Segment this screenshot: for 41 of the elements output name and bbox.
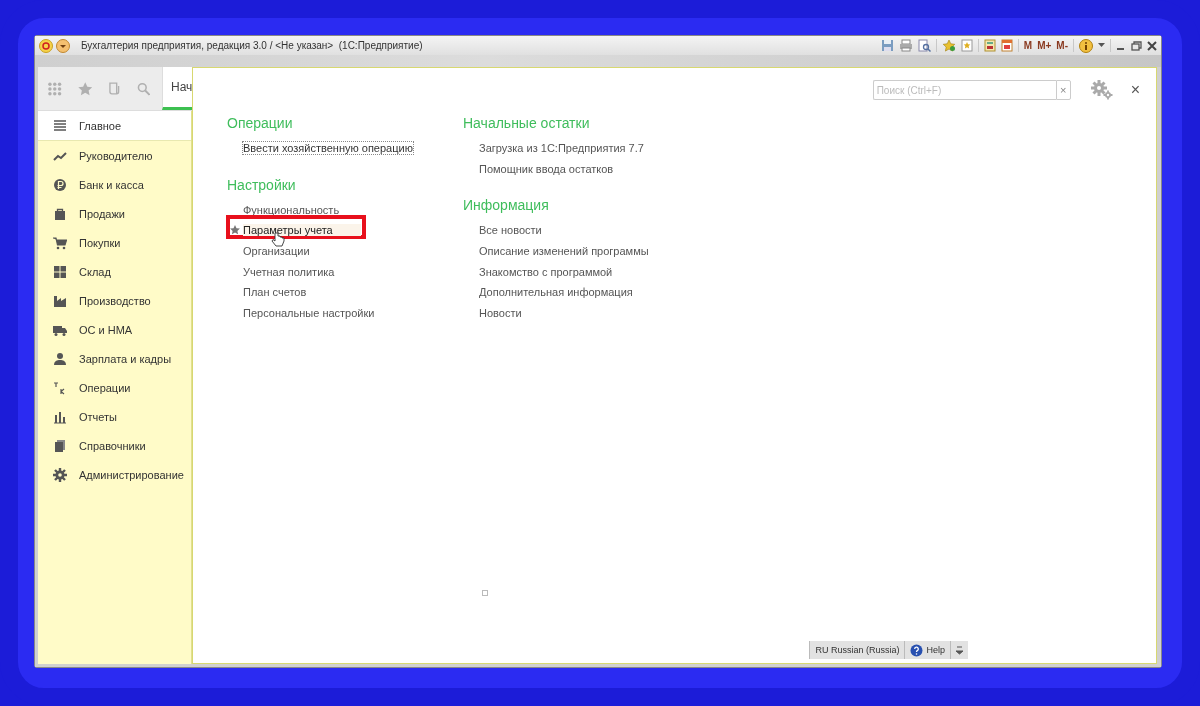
sidebar-item[interactable]: Справочники [38,431,191,460]
sidebar-item[interactable]: Главное [38,111,191,141]
sidebar-item[interactable]: Зарплата и кадры [38,344,191,373]
sidebar-item[interactable]: Склад [38,257,191,286]
sidebar-item[interactable]: Банк и касса [38,170,191,199]
sidebar-item[interactable]: Операции [38,373,191,402]
link[interactable]: Помощник ввода остатков [479,162,614,175]
link[interactable]: План счетов [243,286,307,299]
section-heading: Настройки [227,175,297,195]
link[interactable]: Знакомство с программой [479,265,613,278]
link[interactable]: Дополнительная информация [479,286,633,299]
tab[interactable]: Нач [162,67,192,110]
close-button[interactable]: × [1130,81,1140,99]
memory-button[interactable]: M- [1056,40,1068,51]
section-heading: Информация [463,196,550,216]
section-heading: Операции [227,114,294,133]
sidebar-item[interactable]: Продажи [38,199,191,228]
link[interactable]: Ввести хозяйственную операцию [243,142,413,155]
link[interactable]: Описание изменений программы [479,245,649,258]
link[interactable]: Организации [243,245,310,258]
section-heading: Начальные остатки [463,114,591,133]
sidebar-item[interactable]: ОС и НМА [38,315,191,344]
link[interactable]: Новости [479,306,522,319]
link[interactable]: Функциональность [243,203,340,216]
sidebar-item[interactable]: Администрирование [38,460,191,489]
sidebar-item[interactable]: Руководителю [38,141,191,170]
language-indicator[interactable]: RU Russian (Russia) [809,641,905,659]
link[interactable]: Загрузка из 1С:Предприятия 7.7 [479,142,644,155]
memory-button[interactable]: M [1023,40,1033,51]
link[interactable]: Учетная политика [243,265,335,278]
sidebar-item[interactable]: Покупки [38,228,191,257]
memory-button[interactable]: M+ [1037,40,1052,51]
clear-button[interactable]: × [1055,80,1071,100]
link[interactable]: Персональные настройки [243,306,375,319]
sidebar-item[interactable]: Отчеты [38,402,191,431]
search-field[interactable]: Поиск (Ctrl+F) [872,80,1056,100]
help-button[interactable]: Help [904,641,950,659]
sidebar-item[interactable]: Производство [38,286,191,315]
window-title: Бухгалтерия предприятия, редакция 3.0 / <Не указан> (1С:Предприятие) [81,40,423,51]
link[interactable]: Все новости [479,224,542,237]
link[interactable]: Параметры учета [243,224,361,237]
